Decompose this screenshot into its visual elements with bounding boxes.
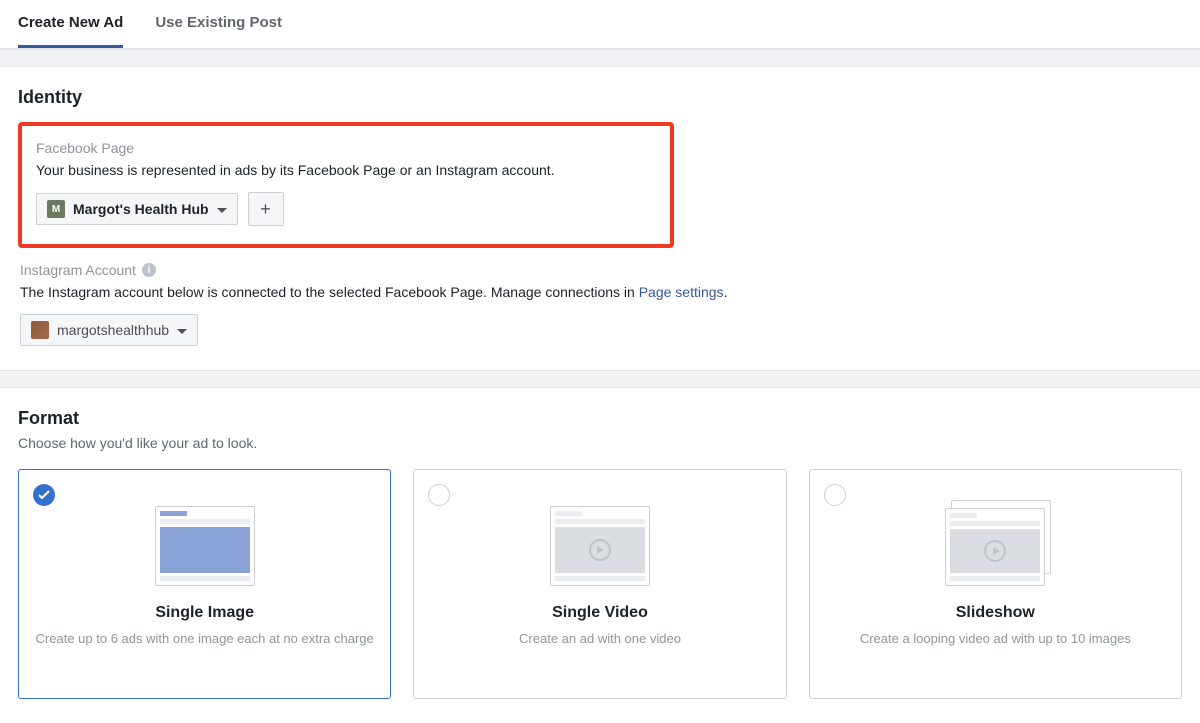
radio-unselected-icon <box>428 484 450 506</box>
format-options: Single Image Create up to 6 ads with one… <box>18 469 1182 699</box>
tab-use-existing-post[interactable]: Use Existing Post <box>155 0 282 48</box>
format-card-single-image[interactable]: Single Image Create up to 6 ads with one… <box>18 469 391 699</box>
radio-selected-icon <box>33 484 55 506</box>
instagram-label: Instagram Account <box>20 262 136 278</box>
chevron-down-icon <box>217 201 227 217</box>
plus-icon: + <box>260 199 271 220</box>
facebook-page-desc: Your business is represented in ads by i… <box>36 162 656 178</box>
identity-section: Identity Facebook Page Your business is … <box>0 67 1200 370</box>
format-subtitle: Choose how you'd like your ad to look. <box>18 435 1182 451</box>
radio-unselected-icon <box>824 484 846 506</box>
format-card-single-video[interactable]: Single Video Create an ad with one video <box>413 469 786 699</box>
instagram-avatar-icon <box>31 321 49 339</box>
facebook-page-selected: Margot's Health Hub <box>73 201 209 217</box>
identity-title: Identity <box>18 87 1182 108</box>
instagram-desc-suffix: . <box>724 284 728 300</box>
instagram-account-dropdown[interactable]: margotshealthhub <box>20 314 198 346</box>
format-card-title: Single Video <box>552 604 648 622</box>
page-avatar-icon: M <box>47 200 65 218</box>
single-image-thumb-icon <box>155 506 255 586</box>
facebook-page-highlight: Facebook Page Your business is represent… <box>18 122 674 248</box>
chevron-down-icon <box>177 322 187 338</box>
format-title: Format <box>18 408 1182 429</box>
divider <box>0 370 1200 388</box>
format-card-desc: Create up to 6 ads with one image each a… <box>36 630 374 648</box>
instagram-desc-prefix: The Instagram account below is connected… <box>20 284 639 300</box>
format-card-title: Slideshow <box>956 604 1035 622</box>
format-card-desc: Create a looping video ad with up to 10 … <box>860 630 1131 648</box>
divider <box>0 49 1200 67</box>
page-settings-link[interactable]: Page settings <box>639 284 724 300</box>
instagram-header: Instagram Account i <box>20 262 1180 278</box>
instagram-selected: margotshealthhub <box>57 322 169 338</box>
format-card-desc: Create an ad with one video <box>519 630 681 648</box>
instagram-desc: The Instagram account below is connected… <box>20 284 1180 300</box>
format-card-title: Single Image <box>155 604 254 622</box>
format-section: Format Choose how you'd like your ad to … <box>0 388 1200 723</box>
facebook-page-row: M Margot's Health Hub + <box>36 192 656 226</box>
facebook-page-dropdown[interactable]: M Margot's Health Hub <box>36 193 238 225</box>
tab-create-new-ad[interactable]: Create New Ad <box>18 0 123 48</box>
add-page-button[interactable]: + <box>248 192 284 226</box>
format-card-slideshow[interactable]: Slideshow Create a looping video ad with… <box>809 469 1182 699</box>
slideshow-thumb-icon <box>945 506 1045 586</box>
single-video-thumb-icon <box>550 506 650 586</box>
ad-creation-tabs: Create New Ad Use Existing Post <box>0 0 1200 49</box>
info-icon[interactable]: i <box>142 263 156 277</box>
facebook-page-label: Facebook Page <box>36 140 656 156</box>
